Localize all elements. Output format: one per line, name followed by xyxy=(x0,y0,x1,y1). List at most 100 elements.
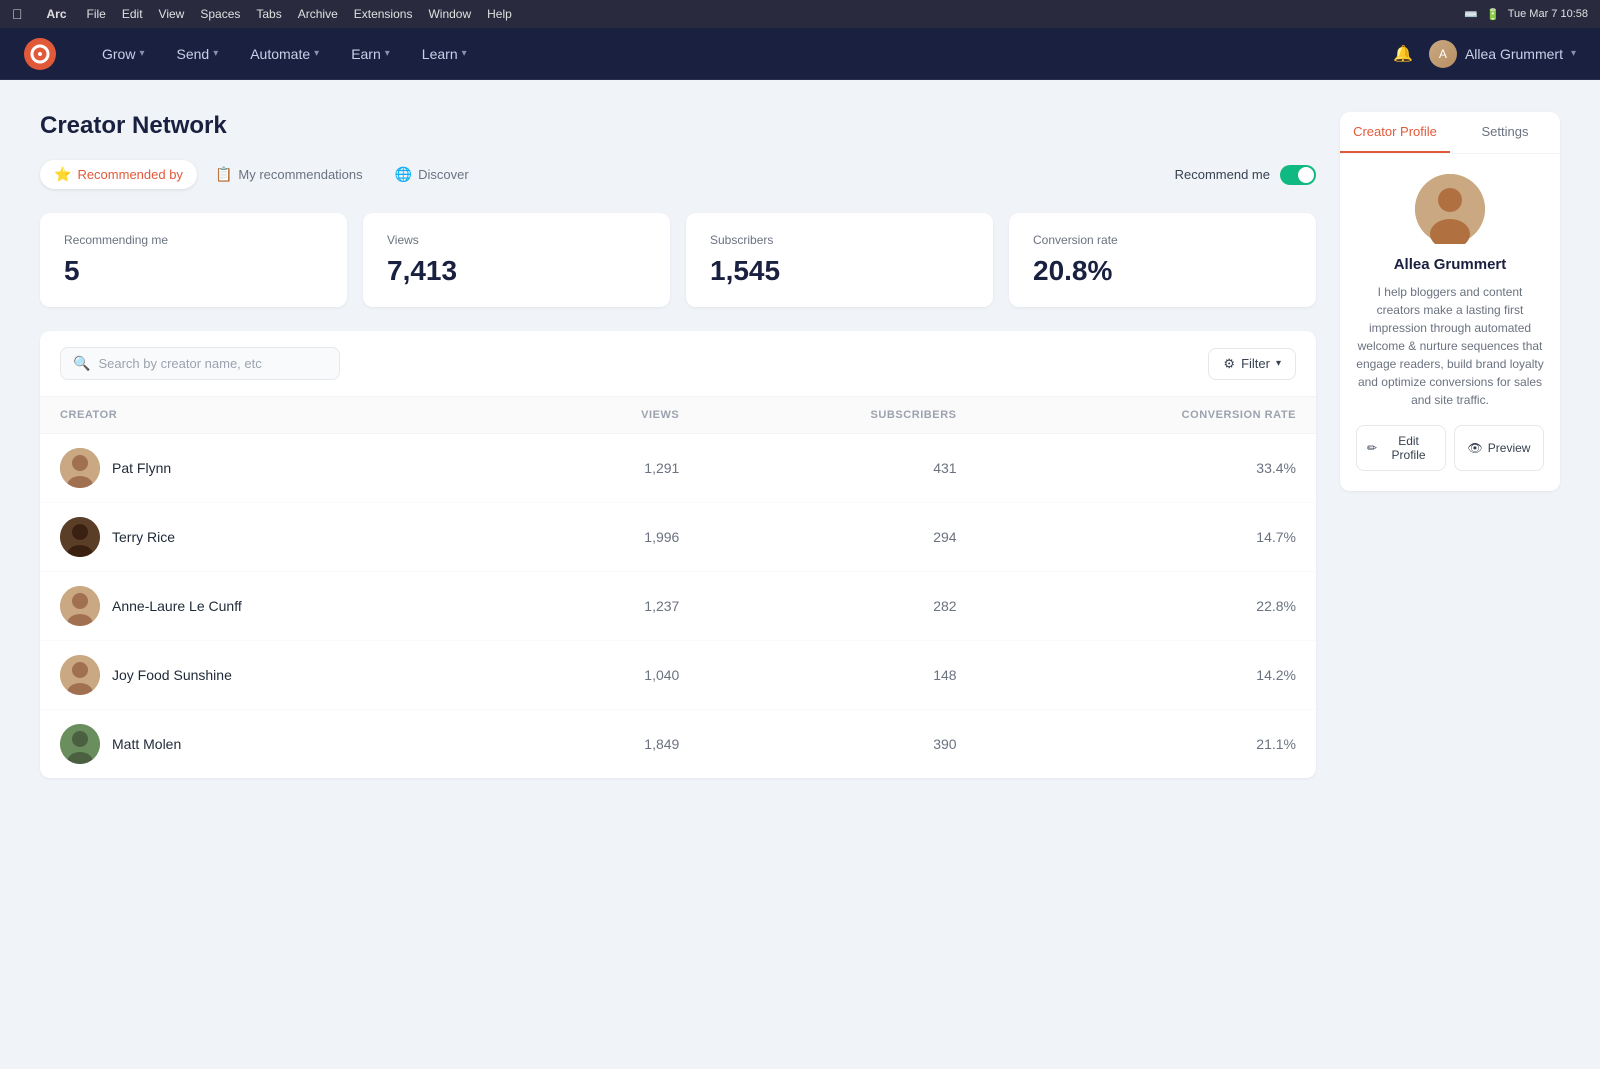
creator-views: 1,849 xyxy=(527,710,699,779)
tab-creator-profile[interactable]: Creator Profile xyxy=(1340,112,1450,153)
stat-label-2: Subscribers xyxy=(710,233,969,247)
col-header-conversion: CONVERSION RATE xyxy=(977,397,1316,434)
table-row[interactable]: Terry Rice 1,996 294 14.7% xyxy=(40,503,1316,572)
profile-tabs: Creator Profile Settings xyxy=(1340,112,1560,154)
search-placeholder: Search by creator name, etc xyxy=(98,356,261,371)
col-header-views: VIEWS xyxy=(527,397,699,434)
creator-name: Anne-Laure Le Cunff xyxy=(112,598,242,614)
creator-cell: Joy Food Sunshine xyxy=(60,655,507,695)
notification-bell-icon[interactable]: 🔔 xyxy=(1393,44,1413,64)
nav-item-learn[interactable]: Learn ▾ xyxy=(408,40,481,68)
recommend-toggle-label: Recommend me xyxy=(1175,167,1270,182)
creator-views: 1,291 xyxy=(527,434,699,503)
table-row[interactable]: Matt Molen 1,849 390 21.1% xyxy=(40,710,1316,779)
nav-item-send[interactable]: Send ▾ xyxy=(162,40,232,68)
creator-subscribers: 148 xyxy=(699,641,976,710)
automate-chevron-icon: ▾ xyxy=(314,48,319,59)
app-logo[interactable] xyxy=(24,38,56,70)
earn-chevron-icon: ▾ xyxy=(385,48,390,59)
creator-subscribers: 294 xyxy=(699,503,976,572)
tab-settings[interactable]: Settings xyxy=(1450,112,1560,153)
app-container: Grow ▾ Send ▾ Automate ▾ Earn ▾ Learn ▾ … xyxy=(0,28,1600,1069)
edit-icon: ✏ xyxy=(1367,441,1377,455)
table-toolbar: 🔍 Search by creator name, etc ⚙ Filter ▾ xyxy=(40,331,1316,397)
menu-item-edit[interactable]: Edit xyxy=(122,7,143,21)
stat-value-0: 5 xyxy=(64,255,323,287)
recommended-by-icon: ⭐ xyxy=(54,166,71,183)
menu-item-spaces[interactable]: Spaces xyxy=(200,7,240,21)
recommend-toggle[interactable]: Recommend me xyxy=(1175,165,1316,185)
menu-item-extensions[interactable]: Extensions xyxy=(354,7,413,21)
send-chevron-icon: ▾ xyxy=(213,48,218,59)
profile-bio: I help bloggers and content creators mak… xyxy=(1356,283,1544,409)
search-icon: 🔍 xyxy=(73,355,90,372)
profile-avatar-large xyxy=(1415,174,1485,244)
menu-item-tabs[interactable]: Tabs xyxy=(256,7,281,21)
table-row[interactable]: Pat Flynn 1,291 431 33.4% xyxy=(40,434,1316,503)
creator-conversion-rate: 22.8% xyxy=(977,572,1316,641)
main-content: Creator Network ⭐ Recommended by 📋 My re… xyxy=(0,80,1600,1069)
apple-icon:  xyxy=(12,6,23,22)
creator-subscribers: 282 xyxy=(699,572,976,641)
user-menu[interactable]: A Allea Grummert ▾ xyxy=(1429,40,1576,68)
creator-views: 1,996 xyxy=(527,503,699,572)
mac-time: Tue Mar 7 10:58 xyxy=(1508,8,1588,20)
menu-item-window[interactable]: Window xyxy=(428,7,471,21)
creator-conversion-rate: 21.1% xyxy=(977,710,1316,779)
stat-card-recommending-me: Recommending me 5 xyxy=(40,213,347,307)
user-avatar: A xyxy=(1429,40,1457,68)
menu-item-file[interactable]: File xyxy=(87,7,106,21)
sub-nav: ⭐ Recommended by 📋 My recommendations 🌐 … xyxy=(40,160,1316,189)
stat-label-0: Recommending me xyxy=(64,233,323,247)
creator-name: Matt Molen xyxy=(112,736,181,752)
stat-card-views: Views 7,413 xyxy=(363,213,670,307)
creator-avatar xyxy=(60,724,100,764)
creator-conversion-rate: 14.7% xyxy=(977,503,1316,572)
stat-label-1: Views xyxy=(387,233,646,247)
creator-views: 1,237 xyxy=(527,572,699,641)
recommend-me-toggle[interactable] xyxy=(1280,165,1316,185)
creator-conversion-rate: 33.4% xyxy=(977,434,1316,503)
content-left: Creator Network ⭐ Recommended by 📋 My re… xyxy=(40,112,1316,1037)
nav-item-earn[interactable]: Earn ▾ xyxy=(337,40,404,68)
profile-name: Allea Grummert xyxy=(1356,256,1544,273)
mac-menubar:  Arc File Edit View Spaces Tabs Archive… xyxy=(0,0,1600,28)
sub-nav-tabs: ⭐ Recommended by 📋 My recommendations 🌐 … xyxy=(40,160,483,189)
filter-chevron-icon: ▾ xyxy=(1276,358,1281,369)
nav-items: Grow ▾ Send ▾ Automate ▾ Earn ▾ Learn ▾ xyxy=(88,40,1393,68)
nav-item-grow[interactable]: Grow ▾ xyxy=(88,40,158,68)
user-name: Allea Grummert xyxy=(1465,46,1563,62)
menu-item-arc[interactable]: Arc xyxy=(47,7,67,21)
creator-cell: Anne-Laure Le Cunff xyxy=(60,586,507,626)
grow-chevron-icon: ▾ xyxy=(139,48,144,59)
profile-body: Allea Grummert I help bloggers and conte… xyxy=(1340,154,1560,491)
menu-item-archive[interactable]: Archive xyxy=(298,7,338,21)
table-row[interactable]: Anne-Laure Le Cunff 1,237 282 22.8% xyxy=(40,572,1316,641)
creator-avatar xyxy=(60,517,100,557)
filter-button[interactable]: ⚙ Filter ▾ xyxy=(1208,348,1296,380)
creator-name: Pat Flynn xyxy=(112,460,171,476)
creator-avatar xyxy=(60,448,100,488)
tab-my-recommendations[interactable]: 📋 My recommendations xyxy=(201,160,377,189)
preview-button[interactable]: 👁 Preview xyxy=(1454,425,1544,471)
edit-profile-button[interactable]: ✏ Edit Profile xyxy=(1356,425,1446,471)
nav-right: 🔔 A Allea Grummert ▾ xyxy=(1393,40,1576,68)
tab-discover[interactable]: 🌐 Discover xyxy=(381,160,483,189)
creator-cell: Pat Flynn xyxy=(60,448,507,488)
table-row[interactable]: Joy Food Sunshine 1,040 148 14.2% xyxy=(40,641,1316,710)
creator-name: Terry Rice xyxy=(112,529,175,545)
menu-item-view[interactable]: View xyxy=(159,7,185,21)
tab-recommended-by[interactable]: ⭐ Recommended by xyxy=(40,160,197,189)
mac-status-icons: ⌨️ 🔋 Tue Mar 7 10:58 xyxy=(1464,8,1588,21)
creator-avatar xyxy=(60,655,100,695)
search-box[interactable]: 🔍 Search by creator name, etc xyxy=(60,347,340,380)
nav-item-automate[interactable]: Automate ▾ xyxy=(236,40,333,68)
app-navbar: Grow ▾ Send ▾ Automate ▾ Earn ▾ Learn ▾ … xyxy=(0,28,1600,80)
stats-row: Recommending me 5 Views 7,413 Subscriber… xyxy=(40,213,1316,307)
page-title: Creator Network xyxy=(40,112,1316,140)
menu-item-help[interactable]: Help xyxy=(487,7,512,21)
creator-subscribers: 390 xyxy=(699,710,976,779)
stat-value-1: 7,413 xyxy=(387,255,646,287)
creator-cell: Matt Molen xyxy=(60,724,507,764)
toggle-knob xyxy=(1298,167,1314,183)
